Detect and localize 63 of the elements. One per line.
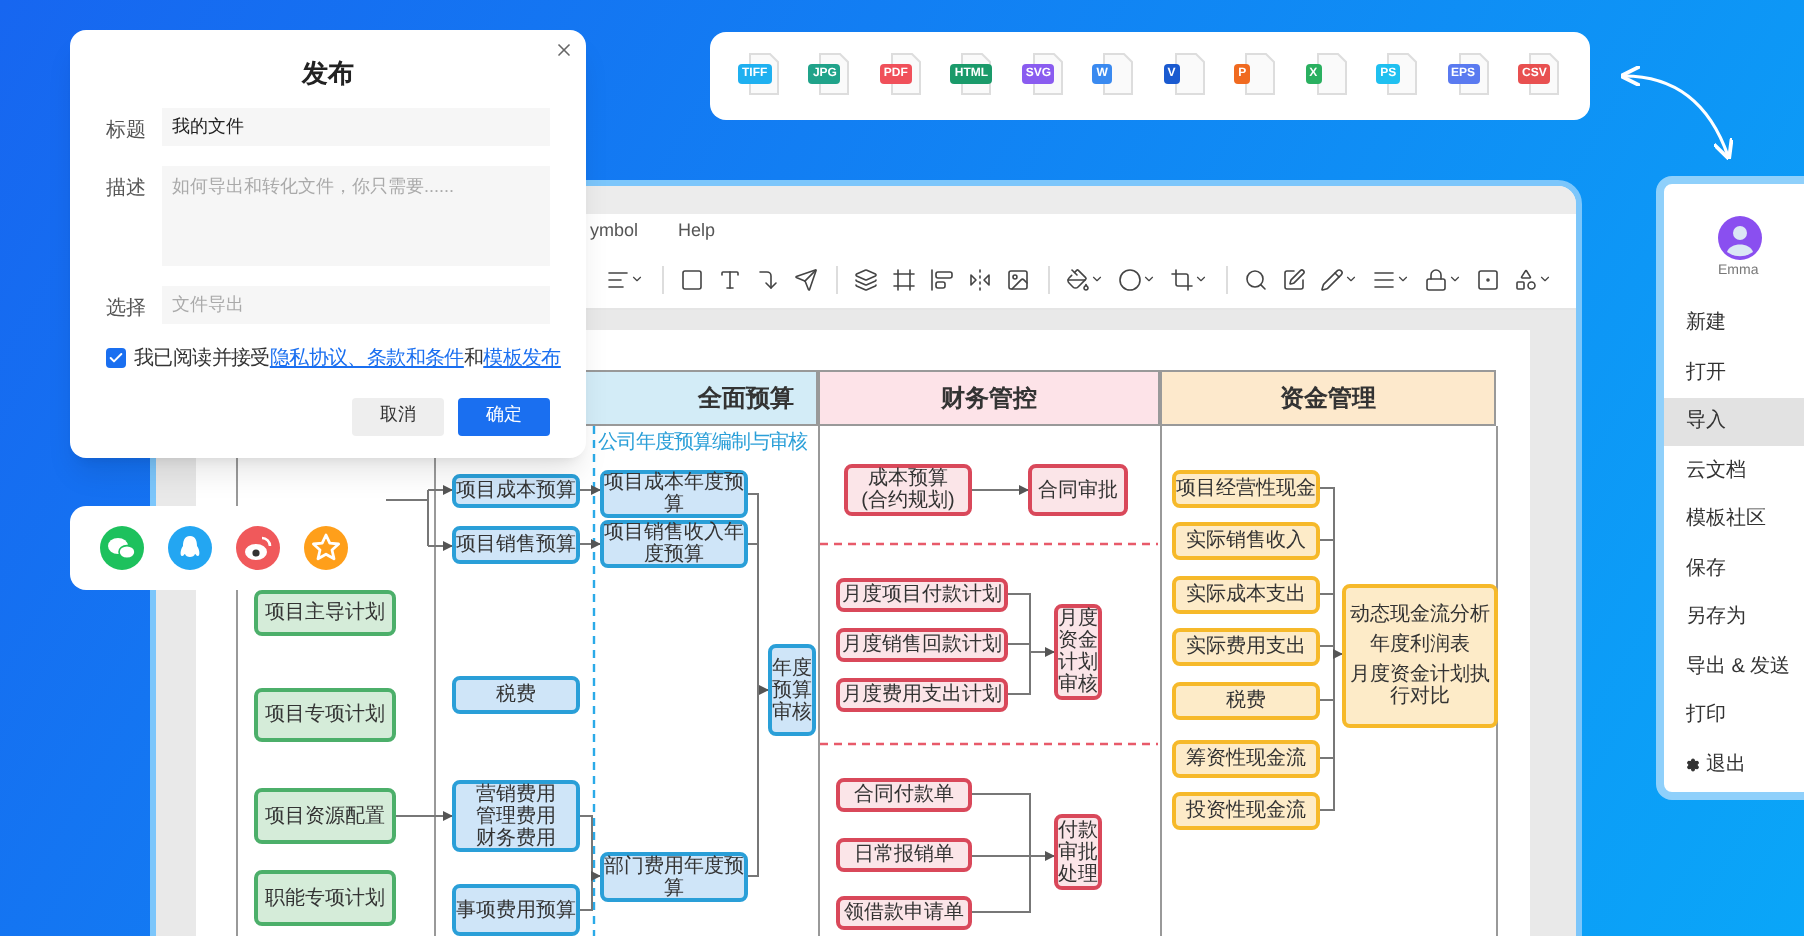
field-label: 描述: [106, 175, 146, 203]
confirm-button[interactable]: 确定: [458, 397, 550, 435]
diagram-node: 项目经营性现金: [1172, 470, 1320, 508]
diagram-node: 税费: [1172, 682, 1320, 720]
diagram-node: 项目成本预算: [452, 474, 580, 508]
diagram-node: 项目销售预算: [452, 526, 580, 564]
diagram-node: 月度资金计划审核: [1054, 604, 1102, 700]
diagram-node: 投资性现金流: [1172, 792, 1320, 830]
field-label: 选择: [106, 295, 146, 323]
diagram-node: 领借款申请单: [836, 896, 972, 930]
node-label: 动态现金流分析: [1348, 604, 1492, 626]
diagram-node: 项目资源配置: [254, 788, 396, 844]
input-field[interactable]: 我的文件: [162, 107, 550, 145]
diagram-node: 项目销售收入年度预算: [600, 520, 748, 568]
menu-item[interactable]: 打开: [1664, 348, 1804, 397]
node-label: 财务费用: [474, 827, 558, 849]
lane-header: 资金管理: [1160, 370, 1496, 426]
menu-item[interactable]: 模板社区: [1664, 495, 1804, 544]
description-field[interactable]: 如何导出和转化文件，你只需要......: [162, 165, 550, 265]
diagram-node: 实际成本支出: [1172, 576, 1320, 614]
menu-item[interactable]: 导出 & 发送: [1664, 642, 1804, 691]
menu-item[interactable]: 保存: [1664, 544, 1804, 593]
diagram-node: 部门费用年度预算: [600, 852, 748, 902]
diagram-node: 筹资性现金流: [1172, 740, 1320, 778]
menu-item[interactable]: Help: [678, 218, 716, 246]
diagram-node: 项目成本年度预算: [600, 470, 748, 518]
diagram-node: 事项费用预算: [452, 884, 580, 936]
diagram-node: 年度预算审核: [768, 644, 816, 736]
input-field[interactable]: 文件导出: [162, 285, 550, 323]
node-label: 营销费用: [474, 783, 558, 805]
menu-item[interactable]: 退出: [1664, 740, 1804, 789]
node-label: (合约规划): [859, 490, 957, 512]
cancel-button[interactable]: 取消: [352, 397, 444, 435]
menu-item[interactable]: 新建: [1664, 299, 1804, 348]
diagram-node: 月度费用支出计划: [836, 678, 1008, 712]
menu-item[interactable]: 导入: [1664, 397, 1804, 446]
diagram-node: 合同审批: [1028, 464, 1128, 516]
diagram-node: 职能专项计划: [254, 870, 396, 926]
diagram-node: 税费: [452, 676, 580, 714]
agreement-text: 我已阅读并接受隐私协议、条款和条件和模板发布: [134, 345, 561, 373]
diagram-node: 月度销售回款计划: [836, 628, 1008, 662]
field-label: 标题: [106, 117, 146, 145]
diagram-node: 合同付款单: [836, 778, 972, 812]
lane-subtitle: 公司年度预算编制与审核: [598, 429, 807, 458]
node-label: 月度资金计划执行对比: [1348, 664, 1492, 708]
menu-item[interactable]: ymbol: [590, 218, 639, 246]
dialog-title: 发布: [302, 56, 354, 92]
diagram-node: 实际销售收入: [1172, 522, 1320, 560]
menu-item[interactable]: 另存为: [1664, 593, 1804, 642]
menu-item[interactable]: 云文档: [1664, 446, 1804, 495]
diagram-node: 项目主导计划: [254, 590, 396, 636]
node-label: 管理费用: [474, 805, 558, 827]
diagram-node: 日常报销单: [836, 838, 972, 872]
node-label: 成本预算: [866, 468, 948, 490]
agreement-link[interactable]: 隐私协议、条款和条件: [269, 347, 464, 369]
agreement-link[interactable]: 模板发布: [483, 347, 561, 369]
diagram-node: 月度项目付款计划: [836, 578, 1008, 612]
node-label: 年度利润表: [1368, 634, 1472, 656]
diagram-node: 实际费用支出: [1172, 628, 1320, 666]
diagram-node: 项目专项计划: [254, 688, 396, 742]
menu-item[interactable]: 打印: [1664, 691, 1804, 740]
lane-header: 财务管控: [818, 370, 1160, 426]
diagram-node: 付款审批处理: [1054, 814, 1102, 890]
